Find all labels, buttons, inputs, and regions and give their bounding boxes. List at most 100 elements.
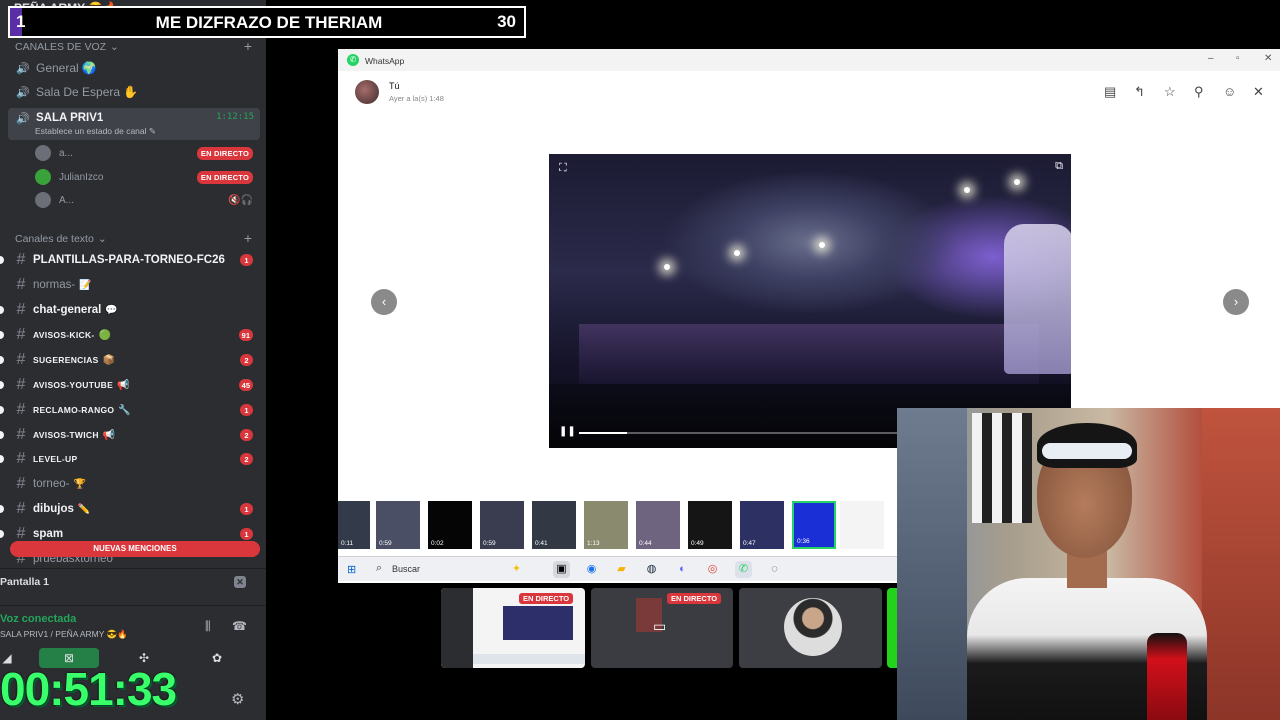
gear-icon[interactable]: ⚙ bbox=[231, 690, 244, 708]
speaker-icon: 🔊 bbox=[16, 62, 30, 75]
text-channel[interactable]: # avisos-youtube 📢 45 bbox=[0, 374, 266, 396]
star-icon[interactable]: ☆ bbox=[1164, 84, 1176, 100]
text-channel[interactable]: # chat-general 💬 bbox=[0, 299, 266, 321]
stage-light bbox=[964, 187, 970, 193]
window-close-button[interactable]: ✕ bbox=[1264, 53, 1272, 64]
media-thumbnail[interactable]: 0:59 bbox=[376, 501, 420, 549]
message-icon[interactable]: ▤ bbox=[1104, 84, 1116, 100]
whatsapp-icon[interactable]: ✆ bbox=[735, 561, 752, 578]
avatar bbox=[35, 145, 51, 161]
channel-label: avisos-kick- bbox=[33, 330, 95, 340]
copilot-icon[interactable]: ✦ bbox=[508, 561, 525, 578]
noise-suppression-icon[interactable]: ⫼ bbox=[205, 619, 211, 634]
channel-label: torneo- bbox=[33, 478, 70, 490]
preview-video bbox=[503, 606, 573, 640]
mention-count-badge: 2 bbox=[240, 354, 253, 366]
webcam-feed bbox=[897, 408, 1280, 720]
video-player[interactable]: ⛶ ⧉ ❚❚ bbox=[549, 154, 1071, 448]
text-channel[interactable]: # sugerencias 📦 2 bbox=[0, 349, 266, 371]
close-icon[interactable]: ✕ bbox=[1253, 84, 1264, 100]
user-name: A... bbox=[59, 194, 75, 206]
close-icon[interactable]: ✕ bbox=[234, 576, 246, 588]
new-mentions-bar[interactable]: NUEVAS MENCIONES bbox=[10, 541, 260, 557]
maximize-button[interactable]: ▫ bbox=[1236, 53, 1240, 64]
obs-icon[interactable]: ◌ bbox=[766, 561, 783, 578]
channel-label: sugerencias bbox=[33, 355, 99, 365]
previous-media-button[interactable]: ‹ bbox=[371, 289, 397, 315]
media-thumbnail[interactable]: 0:02 bbox=[428, 501, 472, 549]
next-media-button[interactable]: › bbox=[1223, 289, 1249, 315]
media-thumbnail[interactable]: 0:47 bbox=[740, 501, 784, 549]
voice-connected-status[interactable]: Voz conectada bbox=[0, 613, 76, 625]
text-channel[interactable]: # level-up 2 bbox=[0, 448, 266, 470]
media-thumbnail[interactable]: 0:41 bbox=[532, 501, 576, 549]
live-badge: EN DIRECTO bbox=[519, 593, 574, 604]
soundboard-button[interactable]: ✿ bbox=[187, 648, 247, 668]
avatar bbox=[784, 598, 842, 656]
text-channel[interactable]: # torneo- 🏆 bbox=[0, 473, 266, 495]
media-thumbnail[interactable]: 0:11 bbox=[338, 501, 370, 549]
divider bbox=[0, 605, 266, 606]
unread-indicator bbox=[0, 306, 4, 314]
media-thumbnail[interactable]: 0:59 bbox=[480, 501, 524, 549]
pin-icon[interactable]: ⚲ bbox=[1194, 84, 1204, 100]
media-thumbnail[interactable]: 0:44 bbox=[636, 501, 680, 549]
emoji-icon[interactable]: ☺ bbox=[1223, 84, 1236, 99]
microphone bbox=[1147, 633, 1187, 720]
edge-icon[interactable]: ◉ bbox=[583, 561, 600, 578]
fullscreen-icon[interactable]: ⛶ bbox=[559, 162, 567, 175]
avatar[interactable] bbox=[355, 80, 379, 104]
media-thumbnail[interactable]: 0:36 bbox=[792, 501, 836, 549]
hash-icon: # bbox=[16, 351, 26, 368]
stream-preview[interactable]: EN DIRECTO bbox=[441, 588, 585, 668]
channel-label: avisos-twich bbox=[33, 430, 99, 440]
steam-icon[interactable]: ◍ bbox=[643, 561, 660, 578]
task-view-icon[interactable]: ▣ bbox=[553, 561, 570, 578]
stream-preview[interactable]: ▭ EN DIRECTO bbox=[591, 588, 733, 668]
hash-icon: # bbox=[16, 450, 26, 467]
taskbar-search[interactable]: Buscar bbox=[392, 564, 420, 574]
voice-user[interactable]: a... EN DIRECTO bbox=[35, 143, 255, 163]
voice-channels-header[interactable]: CANALES DE VOZ ⌄ bbox=[15, 41, 119, 53]
media-thumbnail[interactable]: 1:13 bbox=[584, 501, 628, 549]
mention-count-badge: 1 bbox=[240, 404, 253, 416]
text-channel[interactable]: # dibujos ✏️ 1 bbox=[0, 498, 266, 520]
participant-tile[interactable] bbox=[739, 588, 882, 668]
disconnect-icon[interactable]: ☎ bbox=[232, 619, 247, 633]
text-channel[interactable]: # PLANTILLAS-PARA-TORNEO-FC26 1 bbox=[0, 249, 266, 271]
channel-emoji: ✋ bbox=[123, 85, 138, 99]
text-channel[interactable]: # reclamo-rango 🔧 1 bbox=[0, 399, 266, 421]
pause-icon[interactable]: ❚❚ bbox=[559, 426, 576, 437]
text-channel[interactable]: # normas- 📝 bbox=[0, 274, 266, 296]
hash-icon: # bbox=[16, 276, 26, 293]
media-thumbnail[interactable] bbox=[840, 501, 884, 549]
minimize-button[interactable]: – bbox=[1208, 53, 1214, 64]
unread-indicator bbox=[0, 256, 4, 264]
add-channel-icon[interactable]: + bbox=[244, 230, 252, 246]
hanging-jersey bbox=[972, 413, 1032, 523]
chrome-icon[interactable]: ◎ bbox=[704, 561, 721, 578]
windows-start-icon[interactable]: ⊞ bbox=[347, 563, 356, 576]
text-channel[interactable]: # avisos-kick- 🟢 91 bbox=[0, 324, 266, 346]
text-channel[interactable]: # avisos-twich 📢 2 bbox=[0, 424, 266, 446]
voice-user[interactable]: JulianIzco EN DIRECTO bbox=[35, 167, 255, 187]
channel-status[interactable]: Establece un estado de canal ✎ bbox=[35, 126, 156, 137]
discord-icon[interactable]: ◐ bbox=[674, 561, 691, 578]
reply-icon[interactable]: ↰ bbox=[1134, 84, 1145, 100]
picture-in-picture-icon[interactable]: ⧉ bbox=[1055, 160, 1063, 173]
unread-indicator bbox=[0, 455, 4, 463]
voice-user[interactable]: A... 🔇🎧 bbox=[35, 190, 255, 210]
file-explorer-icon[interactable]: ▰ bbox=[613, 561, 630, 578]
channel-emoji: 🌍 bbox=[81, 61, 97, 75]
channel-emoji: 🔧 bbox=[118, 404, 131, 416]
voice-channel-general[interactable]: 🔊 General 🌍 bbox=[8, 56, 260, 80]
add-channel-icon[interactable]: + bbox=[244, 38, 252, 54]
text-channels-header[interactable]: Canales de texto ⌄ bbox=[15, 233, 107, 245]
discord-sidebar: PEÑA ARMY 😎🔥 CANALES DE VOZ ⌄ + 🔊 Genera… bbox=[0, 0, 266, 720]
media-thumbnail[interactable]: 0:49 bbox=[688, 501, 732, 549]
voice-channel-active[interactable]: 🔊 SALA PRIV1 Establece un estado de cana… bbox=[8, 108, 260, 140]
overlay-right-number: 30 bbox=[497, 12, 516, 31]
voice-location: SALA PRIV1 / PEÑA ARMY 😎🔥 bbox=[0, 629, 128, 639]
media-thumbnail-strip: 0:11 0:59 0:02 0:59 0:41 1:13 0:44 0:49 0:47 0:36 bbox=[338, 501, 898, 551]
voice-channel-sala-de-espera[interactable]: 🔊 Sala De Espera ✋ bbox=[8, 80, 260, 104]
